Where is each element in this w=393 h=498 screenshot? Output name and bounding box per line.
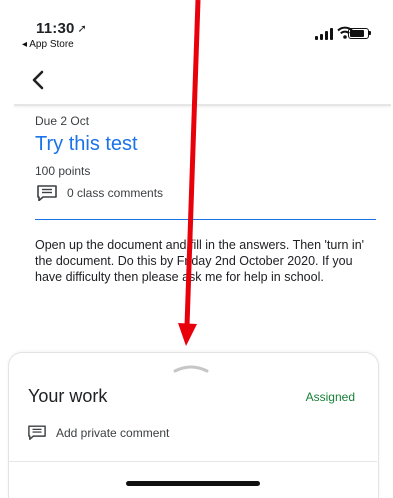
battery-cap — [369, 31, 371, 35]
status-bar: 11:30 ➚ ◂ App Store — [0, 0, 393, 56]
add-private-comment-label: Add private comment — [56, 426, 170, 440]
class-comments-label: 0 class comments — [67, 186, 164, 200]
cellular-signal-icon — [320, 34, 323, 40]
back-to-app-store-link[interactable]: ◂ App Store — [22, 39, 74, 50]
status-icons — [315, 26, 371, 40]
cellular-signal-icon — [315, 36, 318, 40]
assignment-title: Try this test — [35, 133, 138, 155]
back-chevron-icon[interactable] — [28, 68, 48, 92]
assignment-description: Open up the document and fill in the ans… — [35, 238, 365, 284]
section-divider — [35, 219, 376, 220]
expand-sheet-handle-icon[interactable] — [172, 362, 210, 374]
cellular-signal-icon — [325, 31, 328, 40]
cellular-signal-icon — [330, 28, 333, 40]
comment-icon — [28, 425, 46, 440]
sheet-divider — [8, 461, 377, 462]
home-indicator — [126, 481, 260, 486]
location-arrow-icon: ➚ — [77, 23, 87, 35]
assignment-points: 100 points — [35, 164, 91, 178]
work-status-badge: Assigned — [305, 390, 355, 404]
comment-icon — [37, 185, 57, 201]
app-bar — [0, 58, 393, 104]
app-bar-divider — [14, 104, 391, 106]
due-date: Due 2 Oct — [35, 114, 90, 128]
battery-icon — [348, 28, 369, 39]
your-work-title: Your work — [28, 386, 108, 406]
status-time: 11:30 ➚ — [36, 20, 87, 37]
status-time-text: 11:30 — [36, 20, 75, 37]
